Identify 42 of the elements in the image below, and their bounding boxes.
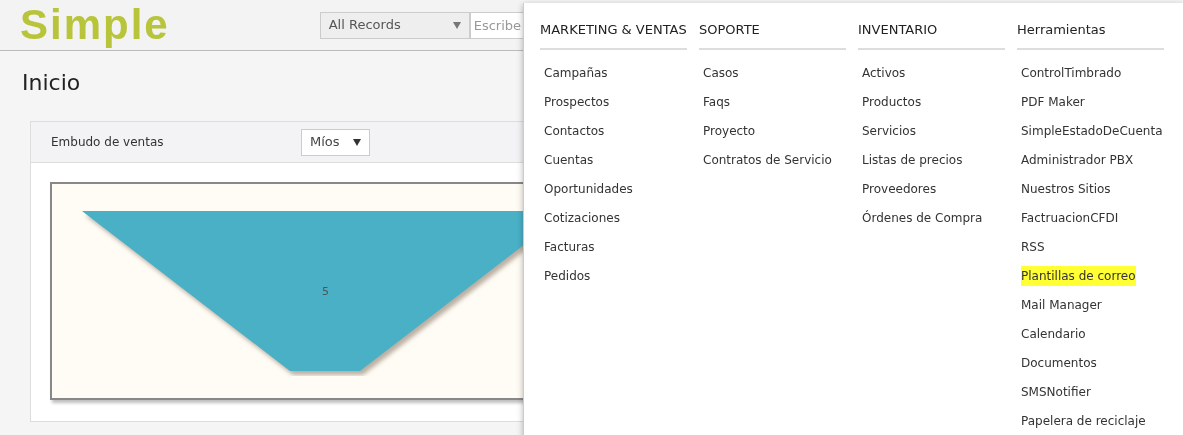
- menu-item[interactable]: Oportunidades: [544, 178, 633, 199]
- menu-item[interactable]: Mail Manager: [1021, 294, 1102, 315]
- menu-item[interactable]: Facturas: [544, 236, 595, 257]
- menu-item[interactable]: Contratos de Servicio: [703, 149, 832, 170]
- menu-item[interactable]: Cotizaciones: [544, 207, 620, 228]
- menu-item[interactable]: Prospectos: [544, 91, 610, 112]
- menu-item[interactable]: Proyecto: [703, 120, 756, 141]
- menu-item[interactable]: SMSNotifier: [1021, 381, 1091, 402]
- menu-column-heading: SOPORTE: [699, 20, 846, 50]
- menu-column-heading: MARKETING & VENTAS: [540, 20, 687, 50]
- menu-item[interactable]: Documentos: [1021, 352, 1097, 373]
- menu-item[interactable]: Servicios: [862, 120, 916, 141]
- menu-item[interactable]: Plantillas de correo: [1021, 265, 1136, 286]
- menu-item[interactable]: SimpleEstadoDeCuenta: [1021, 120, 1163, 141]
- menu-item[interactable]: Casos: [703, 62, 739, 83]
- menu-item[interactable]: Listas de precios: [862, 149, 963, 170]
- menu-item[interactable]: PDF Maker: [1021, 91, 1085, 112]
- menu-item[interactable]: FactruacionCFDI: [1021, 207, 1119, 228]
- menu-item[interactable]: ControlTimbrado: [1021, 62, 1122, 83]
- menu-column-heading: INVENTARIO: [858, 20, 1005, 50]
- funnel-value: 5: [322, 284, 329, 300]
- menu-item[interactable]: Nuestros Sitios: [1021, 178, 1111, 199]
- filter-select[interactable]: Míos: [301, 128, 370, 156]
- widget-title: Embudo de ventas: [51, 134, 165, 151]
- menu-item[interactable]: Proveedores: [862, 178, 937, 199]
- menu-item[interactable]: Órdenes de Compra: [862, 207, 983, 228]
- menu-item[interactable]: Contactos: [544, 120, 605, 141]
- menu-item[interactable]: Administrador PBX: [1021, 149, 1134, 170]
- menu-item[interactable]: Faqs: [703, 91, 731, 112]
- caret-icon: [353, 138, 361, 146]
- menu-item[interactable]: Calendario: [1021, 323, 1086, 344]
- menu-column-heading: Herramientas: [1017, 20, 1164, 50]
- menu-item[interactable]: Campañas: [544, 62, 608, 83]
- menu-item[interactable]: Activos: [862, 62, 906, 83]
- menu-item[interactable]: Productos: [862, 91, 922, 112]
- menu-item[interactable]: RSS: [1021, 236, 1045, 257]
- menu-item[interactable]: Cuentas: [544, 149, 594, 170]
- page-title: Inicio: [22, 68, 81, 97]
- caret-icon: [452, 21, 461, 29]
- menu-item[interactable]: Pedidos: [544, 265, 591, 286]
- menu-item[interactable]: Papelera de reciclaje: [1021, 410, 1146, 431]
- search-scope-select[interactable]: All Records: [319, 11, 470, 39]
